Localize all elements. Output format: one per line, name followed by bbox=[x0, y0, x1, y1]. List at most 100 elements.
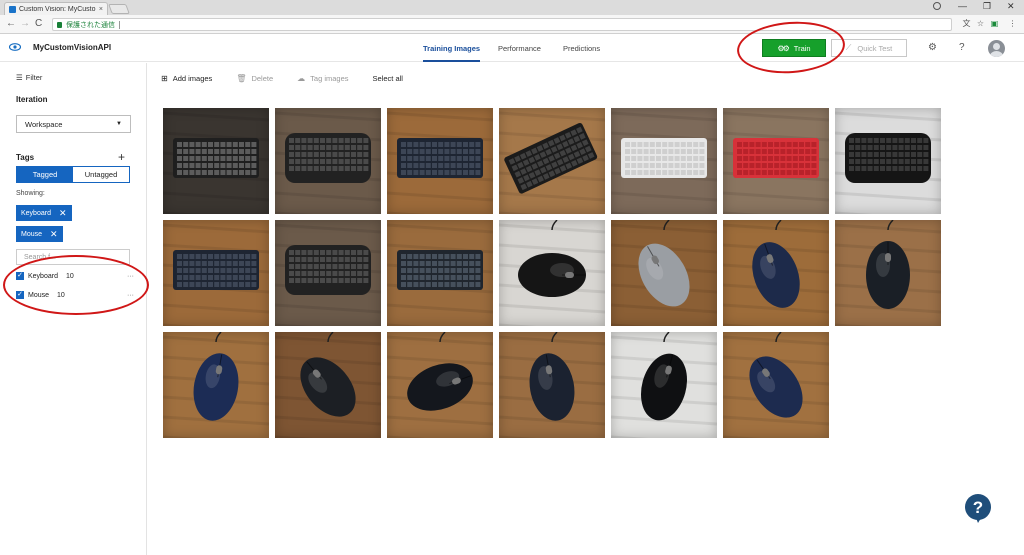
image-thumbnail[interactable] bbox=[275, 220, 381, 326]
new-tab-button[interactable] bbox=[108, 4, 130, 14]
close-window-button[interactable]: ✕ bbox=[1007, 1, 1015, 12]
settings-gear-icon[interactable]: ⚙ bbox=[928, 42, 937, 53]
reload-button[interactable]: C bbox=[35, 18, 42, 29]
delete-button[interactable]: 🗑 Delete bbox=[236, 72, 273, 84]
image-thumbnail[interactable] bbox=[611, 220, 717, 326]
mouse-photo bbox=[723, 220, 829, 326]
mouse-photo bbox=[387, 332, 493, 438]
chip-label: Keyboard bbox=[21, 209, 51, 217]
mouse-photo bbox=[275, 332, 381, 438]
image-thumbnail[interactable] bbox=[835, 220, 941, 326]
tab-tagged[interactable]: Tagged bbox=[17, 167, 73, 182]
image-thumbnail[interactable] bbox=[611, 108, 717, 214]
filter-sliders-icon: ☰ bbox=[16, 73, 23, 82]
iteration-heading: Iteration bbox=[16, 95, 48, 104]
image-thumbnail[interactable] bbox=[499, 220, 605, 326]
help-icon[interactable]: ? bbox=[959, 42, 965, 53]
help-chat-icon[interactable]: ? bbox=[963, 493, 993, 523]
keyboard-photo bbox=[163, 108, 269, 214]
showing-label: Showing: bbox=[16, 190, 45, 197]
avatar[interactable] bbox=[988, 40, 1005, 57]
security-label: 保護された通信 bbox=[66, 21, 115, 29]
keyboard-photo bbox=[387, 108, 493, 214]
back-button[interactable]: ← bbox=[6, 18, 16, 29]
close-tab-icon[interactable]: × bbox=[99, 6, 103, 13]
quick-test-label: Quick Test bbox=[857, 43, 893, 53]
select-all-label: Select all bbox=[372, 73, 403, 83]
image-thumbnail[interactable] bbox=[723, 332, 829, 438]
maximize-window-button[interactable]: ❐ bbox=[983, 1, 991, 12]
mouse-photo bbox=[499, 220, 605, 326]
keyboard-photo bbox=[275, 220, 381, 326]
image-thumbnail[interactable] bbox=[387, 220, 493, 326]
add-images-button[interactable]: ⊞ Add images bbox=[161, 72, 212, 84]
mouse-photo bbox=[163, 332, 269, 438]
keyboard-photo bbox=[723, 108, 829, 214]
tag-images-button[interactable]: ☁ Tag images bbox=[297, 72, 348, 84]
chip-label: Mouse bbox=[21, 230, 43, 238]
image-thumbnail[interactable] bbox=[499, 108, 605, 214]
image-thumbnail[interactable] bbox=[611, 332, 717, 438]
annotation-ellipse-tags bbox=[3, 255, 149, 315]
lock-icon bbox=[57, 21, 62, 28]
chevron-down-icon: ▼ bbox=[116, 121, 122, 127]
minimize-window-button[interactable]: — bbox=[958, 1, 967, 11]
project-name: MyCustomVisionAPI bbox=[33, 43, 112, 52]
url-text-cursor bbox=[119, 20, 120, 29]
tab-untagged[interactable]: Untagged bbox=[73, 167, 129, 182]
mouse-photo bbox=[611, 332, 717, 438]
iteration-value: Workspace bbox=[25, 119, 63, 129]
iteration-select[interactable]: Workspace ▼ bbox=[16, 115, 131, 133]
image-toolbar: ⊞ Add images 🗑 Delete ☁ Tag images Selec… bbox=[161, 72, 403, 84]
image-thumbnail[interactable] bbox=[275, 108, 381, 214]
add-tag-icon[interactable]: + bbox=[118, 150, 125, 164]
image-thumbnail[interactable] bbox=[387, 108, 493, 214]
custom-vision-favicon-icon bbox=[9, 5, 16, 13]
tag-icon: ☁ bbox=[297, 73, 306, 83]
extension-icon[interactable]: ▣ bbox=[990, 19, 999, 28]
tab-performance[interactable]: Performance bbox=[498, 44, 541, 53]
keyboard-photo bbox=[275, 108, 381, 214]
image-thumbnail[interactable] bbox=[723, 220, 829, 326]
tab-predictions[interactable]: Predictions bbox=[563, 44, 600, 53]
eye-icon bbox=[9, 43, 21, 51]
tag-chip-keyboard[interactable]: Keyboard ✕ bbox=[16, 205, 72, 221]
keyboard-photo bbox=[499, 108, 605, 214]
close-icon[interactable]: ✕ bbox=[50, 229, 58, 240]
browser-toolbar: ← → C 保護された通信 文 ☆ ▣ ⋮ bbox=[0, 15, 1024, 34]
browser-menu-icon[interactable]: ⋮ bbox=[1008, 19, 1017, 28]
tag-chip-mouse[interactable]: Mouse ✕ bbox=[16, 226, 63, 242]
mouse-photo bbox=[723, 332, 829, 438]
image-thumbnail[interactable] bbox=[499, 332, 605, 438]
image-thumbnail[interactable] bbox=[163, 108, 269, 214]
bookmark-star-icon[interactable]: ☆ bbox=[976, 19, 985, 28]
filter-button[interactable]: ☰ Filter bbox=[16, 73, 42, 82]
translate-icon[interactable]: 文 bbox=[962, 19, 971, 28]
tag-images-label: Tag images bbox=[310, 73, 349, 83]
select-all-button[interactable]: Select all bbox=[373, 72, 403, 84]
mouse-photo bbox=[499, 332, 605, 438]
add-images-label: Add images bbox=[172, 73, 213, 83]
keyboard-photo bbox=[387, 220, 493, 326]
image-thumbnail[interactable] bbox=[163, 220, 269, 326]
forward-button[interactable]: → bbox=[20, 18, 30, 29]
image-thumbnail[interactable] bbox=[387, 332, 493, 438]
keyboard-photo bbox=[611, 108, 717, 214]
mouse-photo bbox=[611, 220, 717, 326]
tags-heading: Tags bbox=[16, 153, 35, 162]
browser-tab-title: Custom Vision: MyCusto bbox=[19, 5, 96, 13]
image-thumbnail[interactable] bbox=[835, 108, 941, 214]
close-icon[interactable]: ✕ bbox=[59, 208, 67, 219]
browser-profile-icon[interactable] bbox=[933, 2, 941, 10]
image-thumbnail[interactable] bbox=[723, 108, 829, 214]
image-thumbnail[interactable] bbox=[275, 332, 381, 438]
keyboard-photo bbox=[835, 108, 941, 214]
tab-training-images[interactable]: Training Images bbox=[423, 44, 481, 62]
keyboard-photo bbox=[163, 220, 269, 326]
image-thumbnail[interactable] bbox=[163, 332, 269, 438]
svg-text:?: ? bbox=[973, 498, 983, 517]
add-images-icon: ⊞ bbox=[161, 73, 168, 83]
flask-icon: ⟋ bbox=[845, 43, 852, 52]
browser-tab[interactable]: Custom Vision: MyCusto × bbox=[4, 2, 108, 15]
tagged-toggle: Tagged Untagged bbox=[16, 166, 130, 183]
